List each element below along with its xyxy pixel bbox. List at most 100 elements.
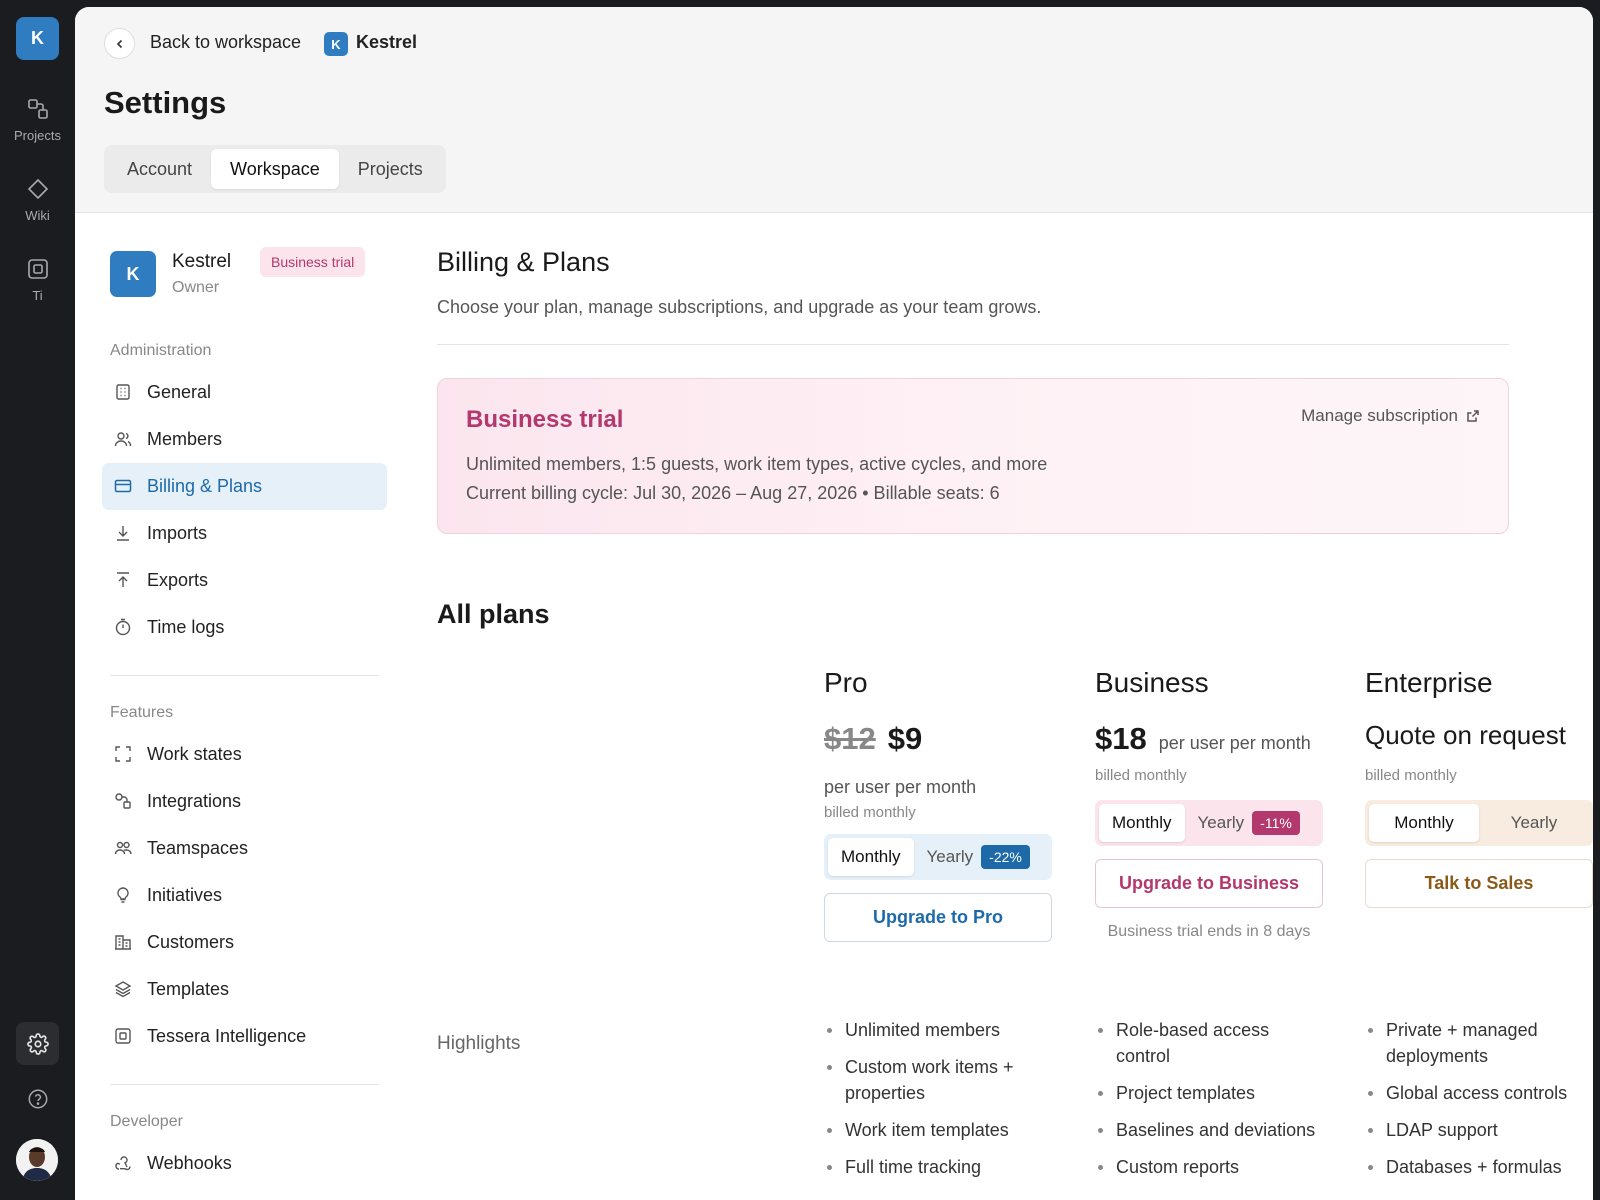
list-item: Full time tracking [824, 1154, 1052, 1180]
trial-card-features: Unlimited members, 1:5 guests, work item… [466, 454, 1048, 474]
billing-frequency: billed monthly [1095, 767, 1187, 784]
plan-business: Business $18 per user per month billed m… [1095, 667, 1323, 941]
list-item: LDAP support [1365, 1117, 1593, 1143]
price-row: $18 per user per month [1095, 721, 1323, 757]
sidebar-item-label: Members [147, 429, 223, 449]
list-item: Custom work items + properties [824, 1054, 1052, 1106]
billing-toggle: Monthly Yearly -11% [1095, 800, 1323, 846]
toggle-yearly-label: Yearly [926, 847, 974, 866]
plan-enterprise: Enterprise Quote on request billed month… [1365, 667, 1593, 908]
rail-item-wiki[interactable]: Wiki [0, 178, 75, 223]
sidebar-item-templates[interactable]: Templates [102, 966, 387, 1013]
plan-name: Business [1095, 667, 1209, 698]
workspace-logo[interactable]: K [16, 17, 59, 60]
workspace-name: Kestrel [172, 251, 232, 272]
rail-item-projects[interactable]: Projects [0, 98, 75, 143]
section-subtitle: Choose your plan, manage subscriptions, … [437, 297, 1042, 317]
sidebar-item-teamspaces[interactable]: Teamspaces [102, 825, 387, 872]
avatar[interactable] [16, 1139, 58, 1181]
sidebar-item-label: Time logs [147, 617, 225, 637]
projects-icon [27, 99, 48, 119]
sidebar-item-label: Work states [147, 744, 242, 764]
gear-icon [26, 1032, 49, 1055]
back-button[interactable] [104, 28, 135, 59]
integrations-icon [115, 793, 131, 809]
sidebar-item-customers[interactable]: Customers [102, 919, 387, 966]
billing-toggle: Monthly Yearly [1365, 800, 1593, 846]
sidebar-item-integrations[interactable]: Integrations [102, 778, 387, 825]
list-item: Databases + formulas [1365, 1154, 1593, 1180]
tab-projects[interactable]: Projects [339, 149, 442, 189]
workspace-logo: K [110, 251, 156, 297]
sidebar-item-label: Exports [147, 570, 209, 590]
toggle-monthly[interactable]: Monthly [1369, 804, 1479, 842]
upgrade-to-pro-button[interactable]: Upgrade to Pro [824, 893, 1052, 942]
lightbulb-icon [117, 887, 129, 903]
toggle-yearly-label: Yearly [1197, 813, 1245, 832]
sidebar-item-imports[interactable]: Imports [102, 510, 387, 557]
highlights-label: Highlights [437, 1033, 521, 1054]
business-highlights: Role-based access control Project templa… [1095, 1017, 1323, 1191]
settings-tabs: Account Workspace Projects [104, 145, 446, 193]
price-row: $12 $9 [824, 721, 1052, 757]
webhook-icon [115, 1156, 131, 1171]
price-unit: per user per month [824, 777, 977, 797]
ai-icon [115, 1028, 131, 1044]
sidebar-item-initiatives[interactable]: Initiatives [102, 872, 387, 919]
pro-highlights: Unlimited members Custom work items + pr… [824, 1017, 1052, 1191]
rail-item-ti[interactable]: Ti [0, 258, 75, 303]
list-item: Private + managed deployments [1365, 1017, 1593, 1069]
tab-workspace[interactable]: Workspace [211, 149, 339, 189]
help-icon [28, 1089, 47, 1108]
toggle-yearly[interactable]: Yearly -22% [914, 838, 1043, 876]
billing-frequency: billed monthly [1365, 767, 1457, 784]
list-item: Role-based access control [1095, 1017, 1323, 1069]
status-badge: Business trial [260, 247, 366, 277]
settings-button[interactable] [16, 1022, 59, 1065]
sidebar-item-webhooks[interactable]: Webhooks [102, 1140, 387, 1187]
price-unit: per user per month [1158, 733, 1311, 753]
content-divider [437, 344, 1509, 345]
sidebar-item-time-logs[interactable]: Time logs [102, 604, 387, 651]
sidebar-item-work-states[interactable]: Work states [102, 731, 387, 778]
building-icon [116, 384, 130, 400]
sidebar-item-label: Webhooks [147, 1153, 232, 1173]
sidebar-item-label: Templates [147, 979, 230, 999]
toggle-monthly[interactable]: Monthly [1099, 804, 1185, 842]
toggle-yearly[interactable]: Yearly -11% [1185, 804, 1313, 842]
original-price: $12 [824, 721, 876, 756]
sidebar-item-exports[interactable]: Exports [102, 557, 387, 604]
timer-icon [115, 618, 131, 636]
plan-name: Pro [824, 667, 868, 698]
chevron-left-icon [116, 39, 122, 48]
upload-icon [117, 572, 129, 587]
workspace-card: K Kestrel Owner Business trial [102, 247, 387, 311]
sidebar-item-members[interactable]: Members [102, 416, 387, 463]
upgrade-to-business-button[interactable]: Upgrade to Business [1095, 859, 1323, 908]
teamspaces-icon [114, 841, 132, 855]
back-to-workspace-link[interactable]: Back to workspace [150, 32, 301, 53]
manage-subscription-link[interactable]: Manage subscription [1301, 406, 1480, 426]
trial-card-billing-cycle: Current billing cycle: Jul 30, 2026 – Au… [466, 483, 1000, 503]
current-price: $18 [1095, 721, 1147, 756]
tab-account[interactable]: Account [108, 149, 211, 189]
rail-item-label: Ti [32, 288, 43, 303]
rail-item-label: Projects [14, 128, 61, 143]
workspace-name: Kestrel [356, 32, 418, 52]
list-item: Work item templates [824, 1117, 1052, 1143]
sidebar-item-billing[interactable]: Billing & Plans [102, 463, 387, 510]
current-price: $9 [887, 721, 923, 756]
enterprise-highlights: Private + managed deployments Global acc… [1365, 1017, 1593, 1191]
section-title-administration: Administration [110, 342, 212, 359]
toggle-monthly[interactable]: Monthly [828, 838, 914, 876]
talk-to-sales-button[interactable]: Talk to Sales [1365, 859, 1593, 908]
toggle-yearly[interactable]: Yearly [1479, 804, 1589, 842]
sidebar-item-tessera-intelligence[interactable]: Tessera Intelligence [102, 1013, 387, 1060]
help-button[interactable] [16, 1077, 59, 1120]
wiki-icon [27, 178, 48, 200]
sidebar-item-general[interactable]: General [102, 369, 387, 416]
plan-pro: Pro $12 $9 per user per month billed mon… [824, 667, 1052, 942]
workspace-badge: K [324, 32, 348, 56]
rail-item-label: Wiki [25, 208, 50, 223]
discount-badge: -22% [981, 845, 1030, 869]
